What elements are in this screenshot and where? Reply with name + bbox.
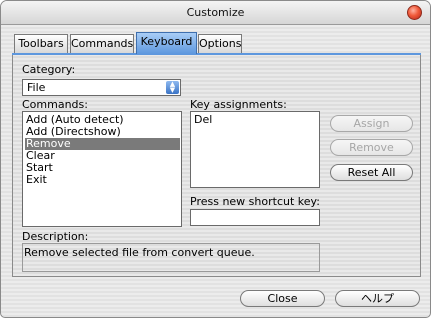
reset-all-button[interactable]: Reset All [330, 164, 413, 181]
tab-toolbars[interactable]: Toolbars [14, 34, 68, 53]
title-bar[interactable]: Customize [1, 1, 430, 25]
description-box: Remove selected file from convert queue. [22, 243, 320, 272]
category-label: Category: [22, 63, 76, 76]
commands-label: Commands: [22, 98, 88, 111]
tab-commands[interactable]: Commands [70, 34, 134, 53]
shortcut-label: Press new shortcut key: [190, 195, 320, 208]
close-button[interactable]: Close [240, 290, 325, 307]
category-select-value: File [27, 81, 46, 94]
tab-keyboard[interactable]: Keyboard [136, 32, 197, 54]
commands-list[interactable]: Add (Auto detect) Add (Directshow) Remov… [22, 111, 182, 227]
updown-arrows-icon: ▲ ▼ [166, 81, 179, 94]
list-item[interactable]: Del [193, 114, 317, 126]
list-item[interactable]: Exit [25, 174, 180, 186]
description-label: Description: [22, 230, 89, 243]
category-select[interactable]: File ▲ ▼ [22, 79, 181, 96]
key-assignments-label: Key assignments: [190, 98, 287, 111]
customize-dialog: Customize Toolbars Commands Keyboard Opt… [0, 0, 431, 318]
tab-panel-accent-line [12, 53, 421, 55]
key-assignments-list[interactable]: Del [190, 111, 320, 188]
remove-button[interactable]: Remove [330, 139, 413, 156]
close-window-icon[interactable] [407, 5, 422, 20]
tab-options[interactable]: Options [198, 34, 242, 53]
assign-button[interactable]: Assign [330, 115, 413, 132]
description-text: Remove selected file from convert queue. [24, 246, 255, 259]
list-item[interactable]: Start [25, 162, 180, 174]
help-button[interactable]: ヘルプ [335, 290, 420, 307]
window-title: Customize [186, 6, 245, 19]
shortcut-input[interactable] [190, 209, 320, 226]
